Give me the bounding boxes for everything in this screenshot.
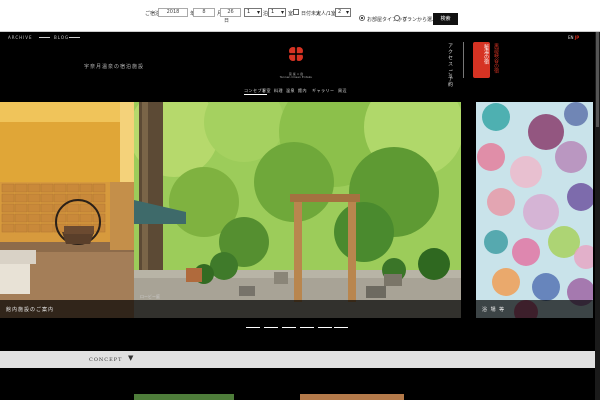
blog-dash — [69, 37, 80, 38]
slider-dot-5[interactable] — [318, 327, 332, 328]
booking-bar: ご宿泊日 2018 年 8 月 26 日 1 泊 1 室 日付未定 大人/1室 … — [0, 0, 600, 32]
nav-surroundings[interactable]: 周辺 — [338, 88, 347, 94]
hero-slider[interactable]: 館内施設のご案内 ロービー庭 浴 場 等 — [0, 102, 600, 318]
date-undecided-checkbox[interactable] — [293, 9, 299, 15]
adults-select[interactable]: 2 — [335, 8, 351, 17]
logo-subtitle: Tennen Onsen Entaku — [279, 75, 313, 79]
slide-2-subcaption: ロービー庭 — [140, 294, 160, 299]
header-divider — [463, 42, 464, 78]
garden-photo — [134, 102, 461, 318]
nav-onsen[interactable]: 温泉 — [286, 88, 295, 94]
room-type-radio[interactable] — [359, 15, 365, 21]
glass-art-photo — [476, 102, 593, 318]
archive-link[interactable]: ARCHIVE — [8, 35, 33, 40]
slider-dot-1[interactable] — [246, 327, 260, 328]
slider-dot-4[interactable] — [300, 327, 314, 328]
seal-side-text: 黒部峡谷の宿 — [493, 43, 499, 73]
month-input[interactable]: 8 — [193, 8, 215, 17]
slide-2-caption-bar: ロービー庭 — [134, 294, 461, 318]
slider-dot-3[interactable] — [282, 327, 296, 328]
nav-gallery[interactable]: ギャラリー — [312, 88, 335, 94]
blog-link[interactable]: BLOG — [54, 35, 69, 40]
logo-text: 延 楽 × 宿 Tennen Onsen Entaku — [272, 73, 320, 79]
slide-1-caption-bar: 館内施設のご案内 — [0, 300, 134, 318]
seal-text: 秘湯の宿 — [483, 44, 489, 64]
day-suffix: 日 — [224, 18, 230, 24]
nights-select[interactable]: 1 — [244, 8, 262, 17]
slider-dot-6[interactable] — [334, 327, 348, 328]
language-jp[interactable]: JP — [575, 35, 579, 40]
content-thumbnail-2[interactable] — [300, 394, 404, 400]
nav-facilities[interactable]: 館内 — [298, 88, 307, 94]
scrollbar-thumb[interactable] — [596, 32, 599, 127]
slide-1-caption: 館内施設のご案内 — [6, 307, 55, 313]
hitou-seal[interactable]: 秘湯の宿 — [473, 42, 490, 78]
page: ご宿泊日 2018 年 8 月 26 日 1 泊 1 室 日付未定 大人/1室 … — [0, 0, 600, 400]
room-type-radio-label: お部屋タイプから — [367, 17, 408, 23]
day-input[interactable]: 26 — [220, 8, 241, 17]
lobby-photo — [0, 102, 134, 318]
plan-radio[interactable] — [394, 15, 400, 21]
slider-pagination — [246, 327, 348, 329]
slide-garden[interactable]: ロービー庭 — [134, 102, 461, 318]
tagline: 宇奈月温泉の宿泊施設 — [84, 64, 145, 70]
slide-lobby[interactable]: 館内施設のご案内 — [0, 102, 134, 318]
concept-bar[interactable]: CONCEPT ▼ — [0, 351, 600, 368]
slide-3-caption: 浴 場 等 — [482, 307, 506, 313]
access-reservation-link[interactable]: アクセス ご予約 — [447, 43, 453, 88]
slide-3-caption-bar: 浴 場 等 — [476, 300, 593, 318]
content-thumbnail-1[interactable] — [134, 394, 234, 400]
nav-cuisine[interactable]: 料理 — [274, 88, 283, 94]
slide-bath[interactable]: 浴 場 等 — [476, 102, 593, 318]
search-button[interactable]: 検索 — [433, 13, 458, 25]
arrow-down-icon: ▼ — [128, 354, 134, 362]
concept-label: CONCEPT — [89, 357, 123, 363]
rooms-select[interactable]: 1 — [268, 8, 286, 17]
logo-flower-icon[interactable] — [288, 46, 304, 62]
nav-rooms[interactable]: 客室 — [262, 88, 271, 94]
language-switch[interactable]: EN JP — [568, 35, 579, 40]
language-en[interactable]: EN — [568, 35, 574, 40]
archive-dash — [39, 37, 50, 38]
year-input[interactable]: 2018 — [158, 8, 188, 17]
slider-dot-2[interactable] — [264, 327, 278, 328]
plan-radio-label: プランから選ぶ — [402, 17, 438, 23]
adults-label: 大人/1室 — [316, 11, 336, 17]
